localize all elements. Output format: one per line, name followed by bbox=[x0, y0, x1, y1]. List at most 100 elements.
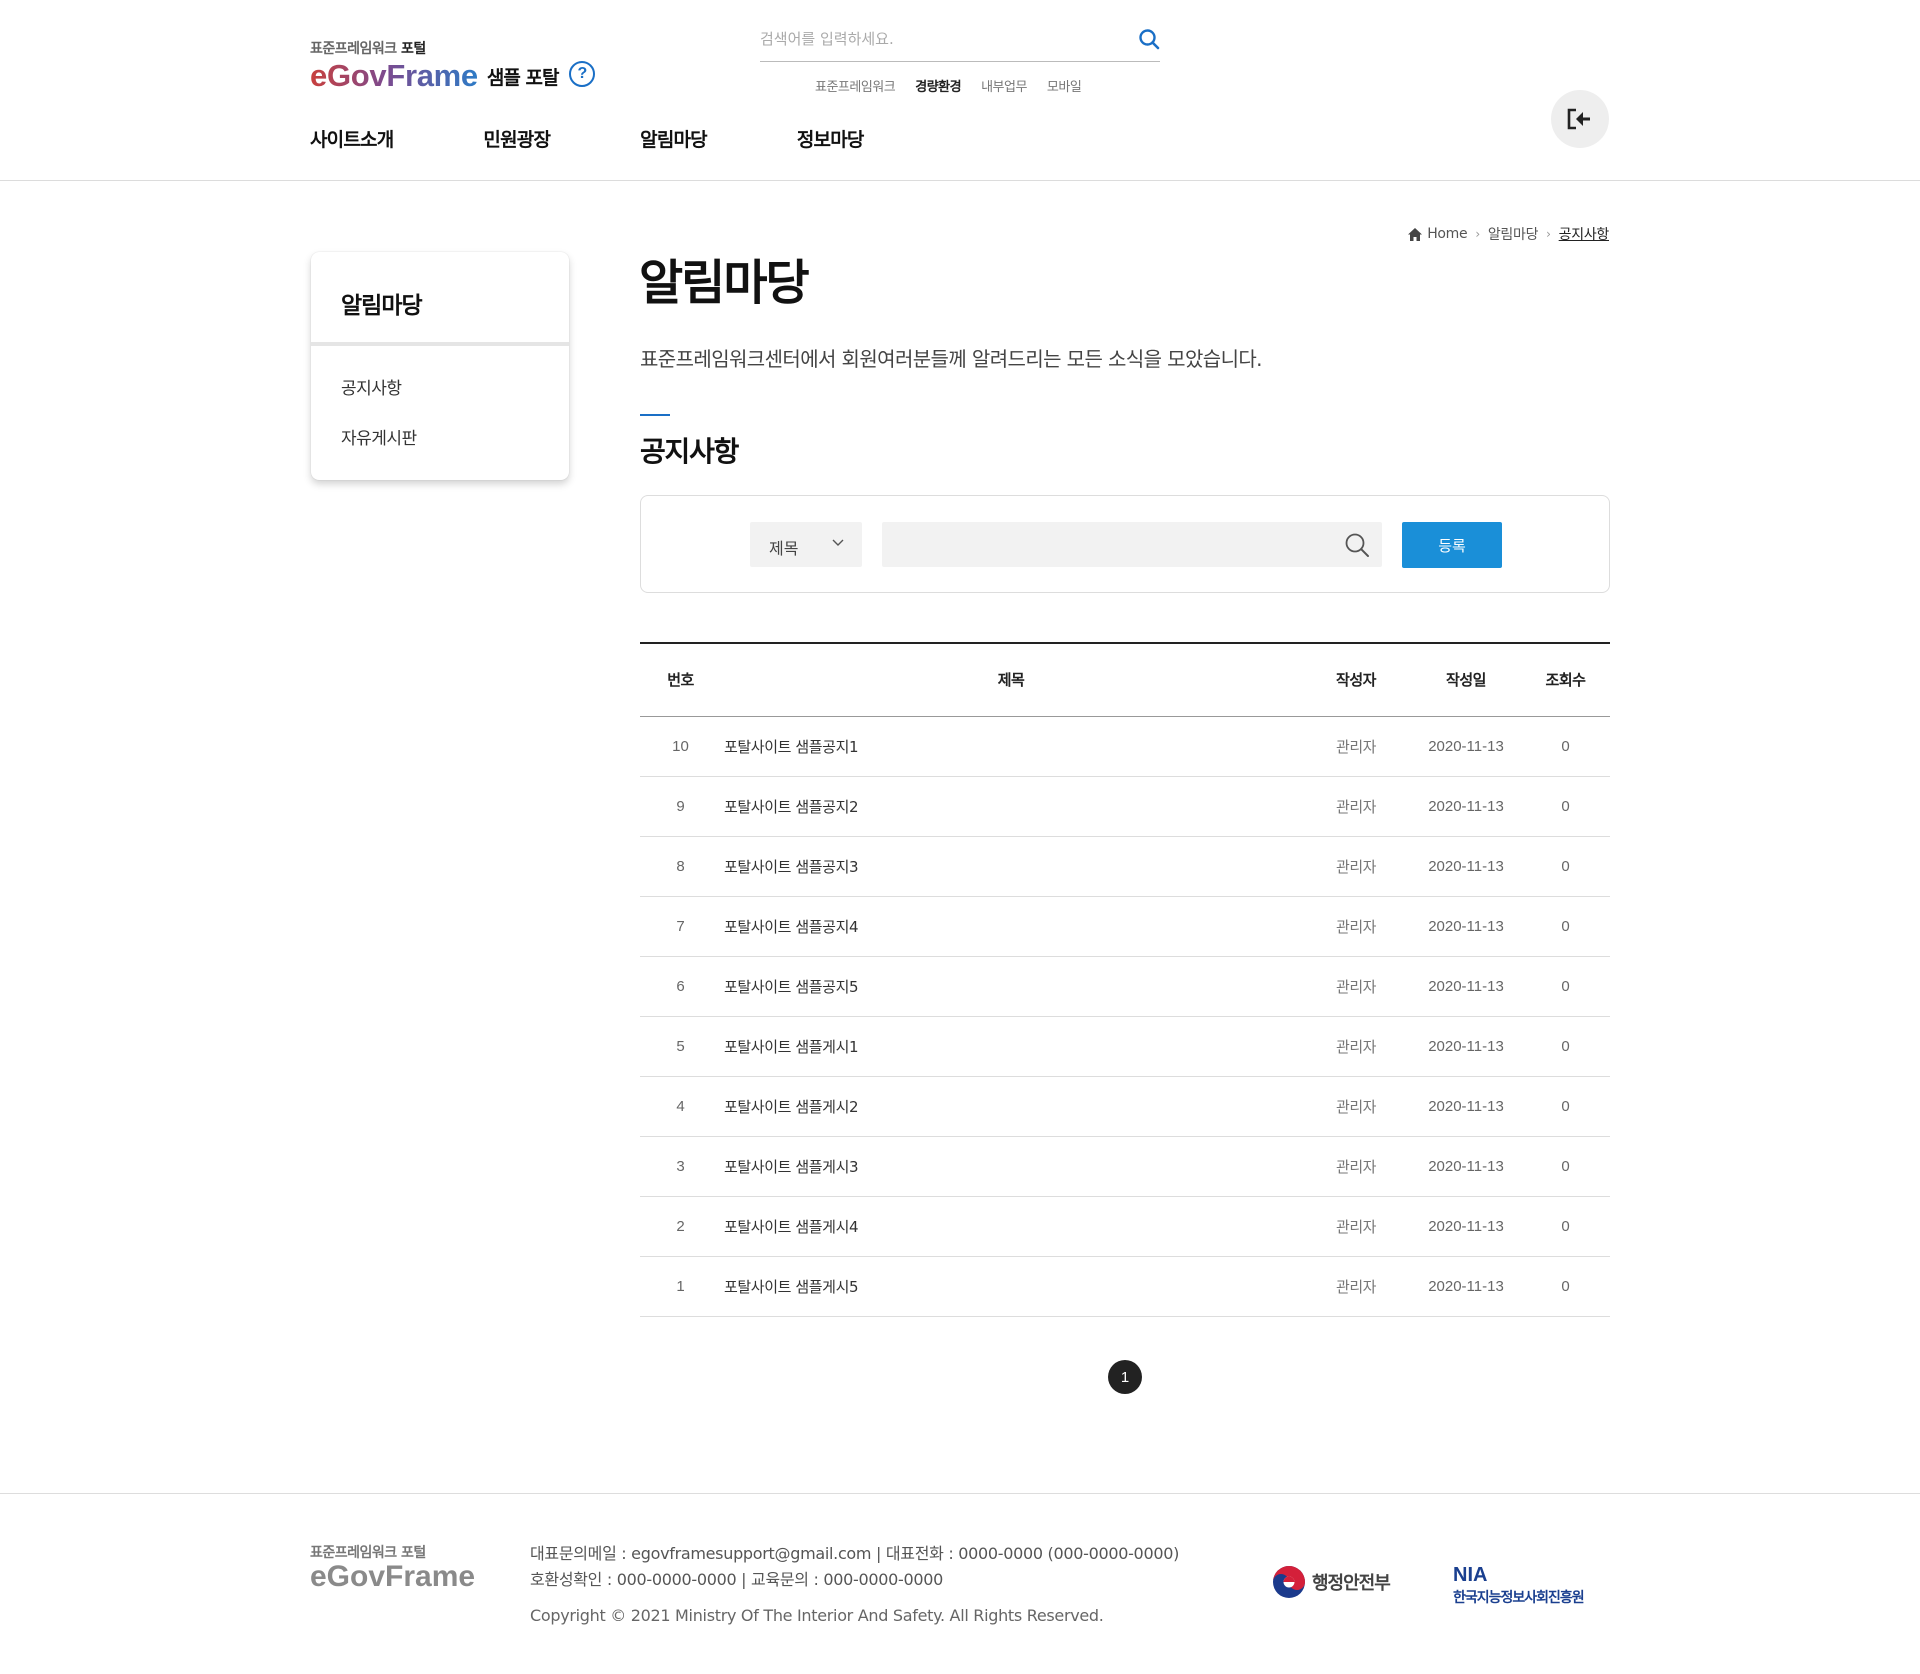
row-number: 1 bbox=[676, 1277, 685, 1295]
nia-logo[interactable]: NIA 한국지능정보사회진흥원 bbox=[1453, 1564, 1585, 1607]
row-subject-link[interactable]: 포탈사이트 샘플공지1 bbox=[721, 716, 1301, 776]
row-subject-link[interactable]: 포탈사이트 샘플게시4 bbox=[721, 1196, 1301, 1256]
side-nav-item-free-board[interactable]: 자유게시판 bbox=[311, 424, 569, 449]
logo-egovframe: eGovFrame bbox=[310, 58, 478, 93]
search-icon[interactable] bbox=[1344, 532, 1370, 558]
row-writer: 관리자 bbox=[1336, 797, 1376, 816]
table-row[interactable]: 8 포탈사이트 샘플공지3 관리자 2020-11-13 0 bbox=[640, 836, 1610, 896]
gnb-civil-service[interactable]: 민원광장 bbox=[483, 125, 551, 152]
row-views: 0 bbox=[1561, 1277, 1570, 1295]
column-header-date: 작성일 bbox=[1446, 671, 1486, 690]
row-number: 8 bbox=[676, 857, 685, 875]
row-date: 2020-11-13 bbox=[1428, 1157, 1504, 1175]
row-views: 0 bbox=[1561, 797, 1570, 815]
quick-link-internal[interactable]: 내부업무 bbox=[981, 76, 1027, 95]
breadcrumb-level1[interactable]: 알림마당 bbox=[1488, 224, 1539, 244]
table-row[interactable]: 3 포탈사이트 샘플게시3 관리자 2020-11-13 0 bbox=[640, 1136, 1610, 1196]
row-views: 0 bbox=[1561, 977, 1570, 995]
row-subject-link[interactable]: 포탈사이트 샘플게시3 bbox=[721, 1136, 1301, 1196]
breadcrumb-home[interactable]: Home bbox=[1427, 226, 1467, 242]
header-search-input[interactable] bbox=[760, 25, 1120, 53]
row-subject-link[interactable]: 포탈사이트 샘플공지3 bbox=[721, 836, 1301, 896]
header-search bbox=[760, 25, 1160, 62]
row-number: 2 bbox=[676, 1217, 685, 1235]
page-title: 알림마당 bbox=[639, 255, 810, 311]
register-button[interactable]: 등록 bbox=[1402, 522, 1502, 568]
row-subject-link[interactable]: 포탈사이트 샘플공지5 bbox=[721, 956, 1301, 1016]
board-search-box: 제목 등록 bbox=[640, 495, 1610, 593]
logo-sample-portal: 샘플 포탈 bbox=[486, 66, 560, 89]
gnb-notice-center[interactable]: 알림마당 bbox=[640, 125, 708, 152]
logout-icon bbox=[1567, 108, 1590, 130]
table-row[interactable]: 10 포탈사이트 샘플공지1 관리자 2020-11-13 0 bbox=[640, 716, 1610, 776]
row-views: 0 bbox=[1561, 917, 1570, 935]
row-number: 4 bbox=[676, 1097, 685, 1115]
row-number: 7 bbox=[676, 917, 685, 935]
row-views: 0 bbox=[1561, 1217, 1570, 1235]
row-writer: 관리자 bbox=[1336, 1157, 1376, 1176]
row-date: 2020-11-13 bbox=[1428, 1097, 1504, 1115]
quick-link-egovframe[interactable]: 표준프레임워크 bbox=[815, 76, 896, 95]
footer-copyright: Copyright © 2021 Ministry Of The Interio… bbox=[530, 1606, 1104, 1625]
row-writer: 관리자 bbox=[1336, 857, 1376, 876]
search-condition-select[interactable]: 제목 bbox=[750, 522, 862, 567]
mois-logo[interactable]: 행정안전부 bbox=[1272, 1565, 1391, 1599]
gnb-info-center[interactable]: 정보마당 bbox=[797, 125, 865, 152]
chevron-down-icon bbox=[832, 539, 844, 546]
column-header-writer: 작성자 bbox=[1336, 671, 1376, 690]
table-row[interactable]: 6 포탈사이트 샘플공지5 관리자 2020-11-13 0 bbox=[640, 956, 1610, 1016]
quick-links: 표준프레임워크 경량환경 내부업무 모바일 bbox=[815, 76, 1101, 95]
row-subject-link[interactable]: 포탈사이트 샘플게시1 bbox=[721, 1016, 1301, 1076]
search-keyword-input[interactable] bbox=[882, 522, 1322, 567]
table-row[interactable]: 5 포탈사이트 샘플게시1 관리자 2020-11-13 0 bbox=[640, 1016, 1610, 1076]
footer-info-line2: 호환성확인 : 000-0000-0000 | 교육문의 : 000-0000-… bbox=[530, 1570, 944, 1589]
row-number: 5 bbox=[676, 1037, 685, 1055]
row-writer: 관리자 bbox=[1336, 917, 1376, 936]
table-row[interactable]: 4 포탈사이트 샘플게시2 관리자 2020-11-13 0 bbox=[640, 1076, 1610, 1136]
site-logo[interactable]: 표준프레임워크 포털 eGovFrame 샘플 포탈 ? bbox=[310, 38, 596, 94]
table-row[interactable]: 9 포탈사이트 샘플공지2 관리자 2020-11-13 0 bbox=[640, 776, 1610, 836]
row-date: 2020-11-13 bbox=[1428, 857, 1504, 875]
row-date: 2020-11-13 bbox=[1428, 977, 1504, 995]
row-subject-link[interactable]: 포탈사이트 샘플공지4 bbox=[721, 896, 1301, 956]
pagination-page-current[interactable]: 1 bbox=[1108, 1360, 1142, 1394]
row-writer: 관리자 bbox=[1336, 1217, 1376, 1236]
search-condition-value: 제목 bbox=[769, 539, 799, 558]
site-header: 표준프레임워크 포털 eGovFrame 샘플 포탈 ? 표준프레임워크 경량환… bbox=[0, 0, 1920, 181]
logout-button[interactable] bbox=[1551, 90, 1609, 148]
breadcrumb-current[interactable]: 공지사항 bbox=[1559, 224, 1610, 244]
row-date: 2020-11-13 bbox=[1428, 1277, 1504, 1295]
footer-logo-egovframe: eGovFrame bbox=[310, 1560, 476, 1593]
row-date: 2020-11-13 bbox=[1428, 797, 1504, 815]
row-number: 9 bbox=[676, 797, 685, 815]
quick-link-lightweight[interactable]: 경량환경 bbox=[915, 76, 961, 95]
column-header-views: 조회수 bbox=[1545, 671, 1586, 690]
page-description: 표준프레임워크센터에서 회원여러분들께 알려드리는 모든 소식을 모았습니다. bbox=[640, 347, 1263, 371]
row-subject-link[interactable]: 포탈사이트 샘플공지2 bbox=[721, 776, 1301, 836]
row-subject-link[interactable]: 포탈사이트 샘플게시5 bbox=[721, 1256, 1301, 1316]
site-footer: 표준프레임워크 포털 eGovFrame 대표문의메일 : egovframes… bbox=[0, 1493, 1920, 1674]
table-row[interactable]: 1 포탈사이트 샘플게시5 관리자 2020-11-13 0 bbox=[640, 1256, 1610, 1316]
row-writer: 관리자 bbox=[1336, 737, 1376, 756]
row-subject-link[interactable]: 포탈사이트 샘플게시2 bbox=[721, 1076, 1301, 1136]
mois-emblem-icon bbox=[1273, 1566, 1305, 1598]
section-accent-bar bbox=[640, 414, 670, 416]
side-nav-item-notice[interactable]: 공지사항 bbox=[311, 374, 569, 399]
nia-abbr: NIA bbox=[1453, 1564, 1488, 1586]
footer-logo-subtitle: 표준프레임워크 포털 bbox=[310, 1545, 426, 1561]
logo-subtitle: 표준프레임워크 포털 bbox=[310, 41, 426, 57]
row-views: 0 bbox=[1561, 1097, 1570, 1115]
table-row[interactable]: 7 포탈사이트 샘플공지4 관리자 2020-11-13 0 bbox=[640, 896, 1610, 956]
home-icon bbox=[1408, 227, 1423, 241]
side-nav: 알림마당 공지사항 자유게시판 bbox=[311, 252, 569, 480]
table-row[interactable]: 2 포탈사이트 샘플게시4 관리자 2020-11-13 0 bbox=[640, 1196, 1610, 1256]
row-number: 10 bbox=[672, 737, 689, 755]
quick-link-mobile[interactable]: 모바일 bbox=[1047, 76, 1082, 95]
breadcrumb-separator: › bbox=[1546, 227, 1551, 241]
gnb-site-intro[interactable]: 사이트소개 bbox=[310, 125, 394, 152]
search-keyword-field bbox=[882, 522, 1382, 567]
search-icon[interactable] bbox=[1138, 28, 1160, 50]
row-views: 0 bbox=[1561, 857, 1570, 875]
help-icon[interactable]: ? bbox=[569, 61, 596, 87]
column-header-number: 번호 bbox=[667, 671, 694, 690]
